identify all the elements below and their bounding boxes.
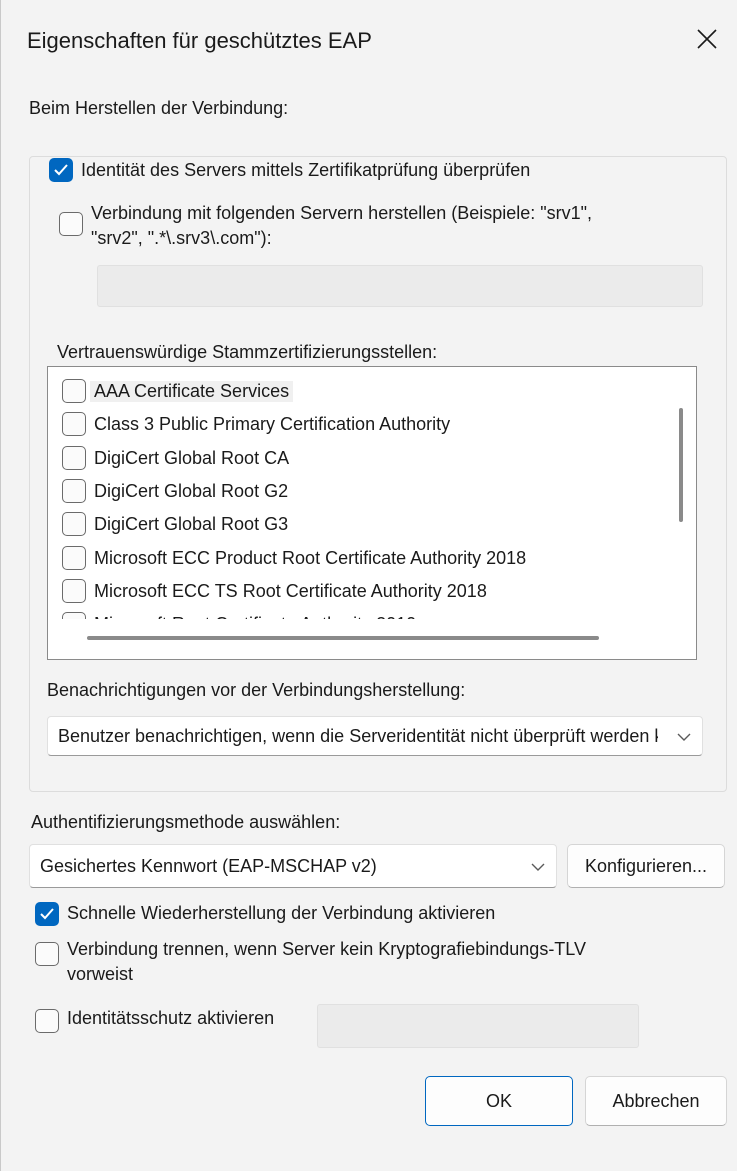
auth-method-value: Gesichertes Kennwort (EAP-MSCHAP v2) xyxy=(40,856,377,876)
list-item-checkbox[interactable] xyxy=(62,479,86,503)
list-item-checkbox[interactable] xyxy=(62,579,86,603)
close-button[interactable] xyxy=(682,14,732,64)
chevron-down-icon xyxy=(677,733,691,741)
connection-heading: Beim Herstellen der Verbindung: xyxy=(29,98,289,118)
list-item-label: DigiCert Global Root CA xyxy=(94,448,290,468)
list-item-label: Microsoft ECC Product Root Certificate A… xyxy=(94,548,527,568)
servers-input[interactable] xyxy=(97,265,703,307)
disconnect-tlv-label-line2: vorweist xyxy=(67,964,134,984)
list-item[interactable]: Class 3 Public Primary Certification Aut… xyxy=(48,408,668,440)
list-item-checkbox[interactable] xyxy=(62,379,86,403)
list-item-checkbox[interactable] xyxy=(62,446,86,470)
root-ca-list[interactable]: AAA Certificate Services Class 3 Public … xyxy=(47,366,697,660)
list-item-checkbox[interactable] xyxy=(62,512,86,536)
list-item[interactable]: DigiCert Global Root G3 xyxy=(48,508,668,540)
list-item[interactable]: Microsoft ECC TS Root Certificate Author… xyxy=(48,575,668,607)
chevron-down-icon xyxy=(531,863,545,871)
notifications-select[interactable]: Benutzer benachrichtigen, wenn die Serve… xyxy=(47,716,703,756)
list-item[interactable]: Microsoft ECC Product Root Certificate A… xyxy=(48,542,668,574)
title-bar: Eigenschaften für geschütztes EAP xyxy=(1,0,737,90)
list-item[interactable]: DigiCert Global Root G2 xyxy=(48,475,668,507)
list-item-label: DigiCert Global Root G3 xyxy=(94,514,289,534)
notifications-heading: Benachrichtigungen vor der Verbindungshe… xyxy=(47,680,466,700)
list-item-label: DigiCert Global Root G2 xyxy=(94,481,289,501)
list-item-checkbox[interactable] xyxy=(62,412,86,436)
window-title: Eigenschaften für geschütztes EAP xyxy=(27,28,372,53)
connect-servers-checkbox[interactable] xyxy=(59,212,83,236)
list-vertical-scrollbar[interactable] xyxy=(679,408,683,522)
verify-server-label: Identität des Servers mittels Zertifikat… xyxy=(81,160,537,181)
root-ca-heading: Vertrauenswürdige Stammzertifizierungsst… xyxy=(57,342,438,362)
identity-input[interactable] xyxy=(317,1004,639,1048)
connect-servers-label-line2: "srv2", ".*\.srv3\.com"): xyxy=(91,228,272,248)
fast-reconnect-label: Schnelle Wiederherstellung der Verbindun… xyxy=(67,903,496,923)
list-item-label: Microsoft ECC TS Root Certificate Author… xyxy=(94,581,487,601)
disconnect-tlv-label-line1: Verbindung trennen, wenn Server kein Kry… xyxy=(67,939,586,959)
disconnect-tlv-checkbox[interactable] xyxy=(35,942,59,966)
fast-reconnect-checkbox[interactable] xyxy=(35,902,59,926)
list-item-checkbox[interactable] xyxy=(62,546,86,570)
list-horizontal-scrollbar[interactable] xyxy=(87,636,599,640)
connect-servers-label-line1: Verbindung mit folgenden Servern herstel… xyxy=(91,203,593,223)
checkmark-icon xyxy=(40,908,54,920)
identity-privacy-label: Identitätsschutz aktivieren xyxy=(67,1008,275,1028)
identity-privacy-checkbox[interactable] xyxy=(35,1009,59,1033)
list-item-label: Class 3 Public Primary Certification Aut… xyxy=(94,414,451,434)
configure-button[interactable]: Konfigurieren... xyxy=(567,844,725,888)
ok-button[interactable]: OK xyxy=(425,1076,573,1126)
auth-heading: Authentifizierungsmethode auswählen: xyxy=(31,812,341,832)
auth-method-select[interactable]: Gesichertes Kennwort (EAP-MSCHAP v2) xyxy=(29,844,557,888)
list-item[interactable]: AAA Certificate Services xyxy=(48,375,668,407)
checkmark-icon xyxy=(54,164,68,176)
list-item-label: AAA Certificate Services xyxy=(90,381,294,402)
notifications-select-value: Benutzer benachrichtigen, wenn die Serve… xyxy=(58,726,658,746)
eap-properties-dialog: Eigenschaften für geschütztes EAP Beim H… xyxy=(0,0,737,1171)
list-item[interactable]: DigiCert Global Root CA xyxy=(48,442,668,474)
close-icon xyxy=(697,29,717,49)
verify-server-checkbox[interactable] xyxy=(49,158,73,182)
cancel-button[interactable]: Abbrechen xyxy=(585,1076,727,1126)
